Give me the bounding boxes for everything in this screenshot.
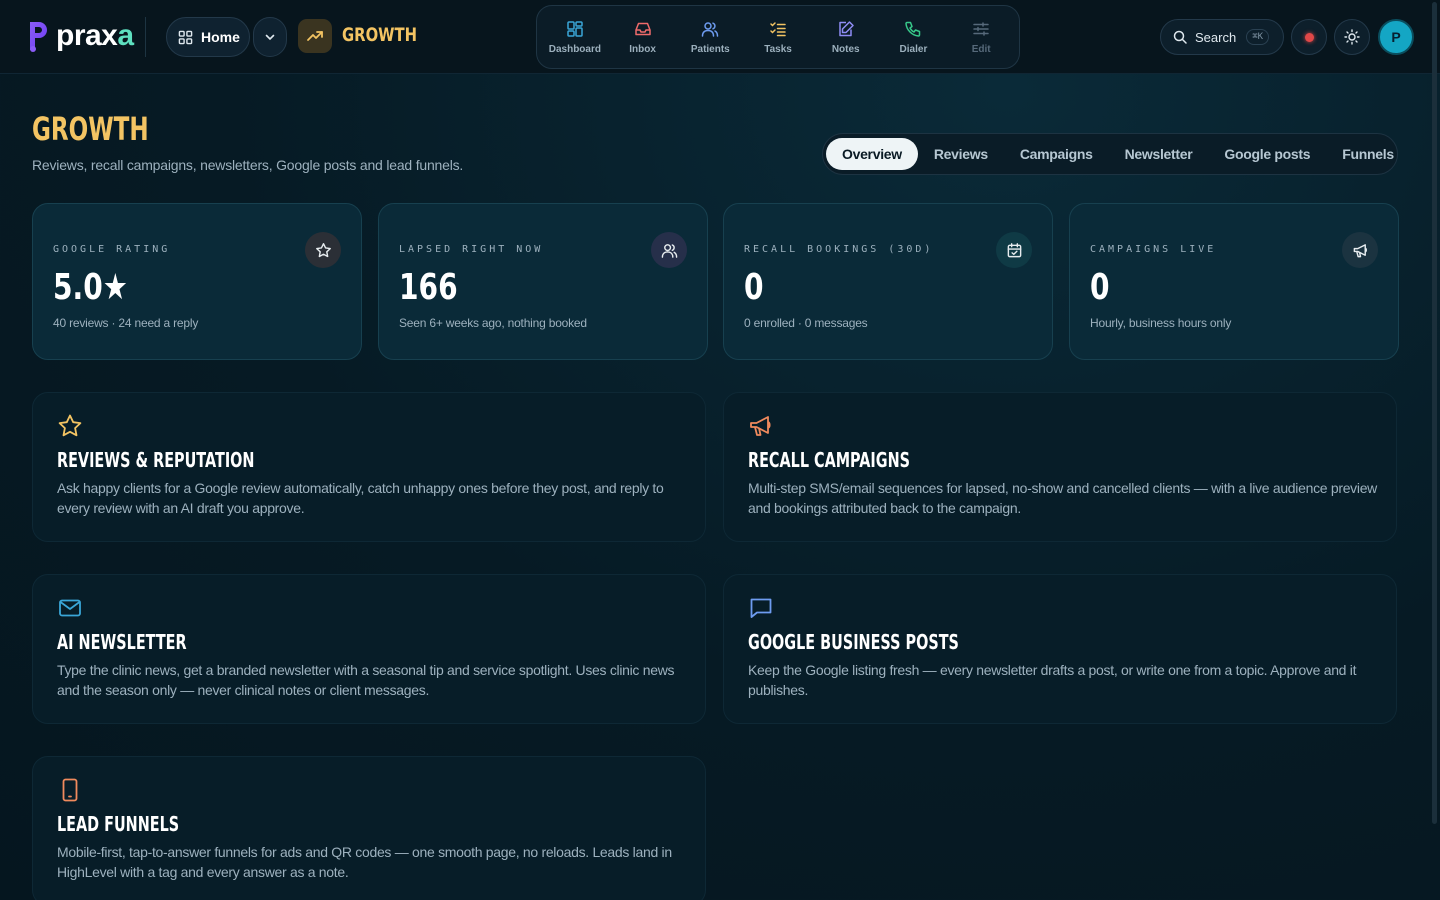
feature-title: AI NEWSLETTER	[57, 630, 187, 654]
page-subtitle: Reviews, recall campaigns, newsletters, …	[32, 157, 464, 173]
stat-label: CAMPAIGNS LIVE	[1090, 244, 1217, 255]
stat-icon-badge	[1342, 232, 1378, 268]
scrollbar[interactable]	[1432, 2, 1437, 824]
home-button[interactable]: Home	[166, 17, 250, 57]
home-label: Home	[201, 29, 240, 45]
search-shortcut: ⌘K	[1246, 29, 1270, 45]
nav-label: Dialer	[899, 43, 928, 55]
stat-sub: Hourly, business hours only	[1090, 316, 1232, 330]
stat-sub: 40 reviews · 24 need a reply	[53, 316, 199, 330]
megaphone-icon	[750, 416, 771, 436]
nav-label: Patients	[690, 43, 730, 55]
grid-icon	[178, 30, 193, 44]
stat-value: 166	[399, 267, 458, 308]
praxa-logo[interactable]: praxa	[27, 18, 134, 54]
nav-label: Edit	[971, 43, 991, 55]
tab-overview[interactable]: Overview	[826, 138, 918, 170]
feature-title: REVIEWS & REPUTATION	[57, 448, 255, 472]
divider	[145, 17, 146, 57]
nav-label: Notes	[831, 43, 860, 55]
stat-card-google-rating: GOOGLE RATING 5.0★ 40 reviews · 24 need …	[32, 203, 362, 360]
main-nav: Dashboard Inbox Patients Tasks Notes Dia…	[536, 5, 1020, 69]
nav-label: Dashboard	[548, 43, 601, 55]
logo-mark-icon	[30, 22, 47, 52]
message-square-icon	[750, 598, 772, 618]
nav-notes[interactable]: Notes	[812, 6, 880, 68]
nav-label: Inbox	[629, 43, 656, 55]
section-tabs: Overview Reviews Campaigns Newsletter Go…	[822, 133, 1398, 175]
section-label: GROWTH	[342, 24, 418, 46]
stat-sub: Seen 6+ weeks ago, nothing booked	[399, 316, 587, 330]
stat-label: LAPSED RIGHT NOW	[399, 244, 544, 255]
stat-icon-badge	[651, 232, 687, 268]
tab-reviews[interactable]: Reviews	[918, 138, 1004, 170]
patients-icon	[702, 21, 719, 37]
nav-patients[interactable]: Patients	[676, 6, 744, 68]
stat-label: RECALL BOOKINGS (30D)	[744, 244, 934, 255]
stat-label: GOOGLE RATING	[53, 244, 171, 255]
feature-description: Ask happy clients for a Google review au…	[57, 480, 664, 516]
stat-card-recall-bookings: RECALL BOOKINGS (30D) 0 0 enrolled · 0 m…	[723, 203, 1053, 360]
megaphone-icon	[1353, 243, 1367, 257]
nav-tasks[interactable]: Tasks	[744, 6, 812, 68]
trending-up-icon	[307, 31, 323, 41]
tab-newsletter[interactable]: Newsletter	[1109, 138, 1209, 170]
page-title: GROWTH	[32, 110, 149, 148]
star-icon	[58, 414, 82, 437]
search-label: Search	[1195, 29, 1237, 45]
growth-section-badge	[298, 19, 332, 53]
record-dot-icon	[1304, 32, 1314, 42]
home-dropdown-button[interactable]	[253, 17, 287, 57]
tab-google-posts[interactable]: Google posts	[1208, 138, 1326, 170]
top-bar: praxa Home GROWTH Dashboard Inbox Patien…	[0, 0, 1440, 74]
star-icon	[315, 242, 331, 257]
stat-value: 0	[744, 267, 764, 308]
stat-card-lapsed: LAPSED RIGHT NOW 166 Seen 6+ weeks ago, …	[378, 203, 708, 360]
feature-title: RECALL CAMPAIGNS	[748, 448, 911, 472]
calendar-check-icon	[1007, 242, 1021, 257]
feature-card-google-posts[interactable]: GOOGLE BUSINESS POSTS Keep the Google li…	[723, 574, 1397, 724]
user-avatar[interactable]: P	[1378, 19, 1414, 55]
nav-dashboard[interactable]: Dashboard	[541, 6, 609, 68]
feature-title: GOOGLE BUSINESS POSTS	[748, 630, 959, 654]
search-button[interactable]: Search ⌘K	[1160, 19, 1284, 55]
nav-label: Tasks	[764, 43, 792, 55]
stat-icon-badge	[305, 232, 341, 268]
nav-dialer[interactable]: Dialer	[880, 6, 948, 68]
stat-card-campaigns-live: CAMPAIGNS LIVE 0 Hourly, business hours …	[1069, 203, 1399, 360]
mail-icon	[59, 599, 81, 617]
sliders-icon	[973, 21, 989, 36]
stat-icon-badge	[996, 232, 1032, 268]
theme-toggle-button[interactable]	[1334, 19, 1370, 55]
feature-description: Mobile-first, tap-to-answer funnels for …	[57, 844, 672, 880]
phone-device-icon	[62, 778, 78, 802]
users-icon	[661, 243, 677, 258]
stat-sub: 0 enrolled · 0 messages	[744, 316, 868, 330]
notes-icon	[838, 20, 854, 36]
feature-card-recall[interactable]: RECALL CAMPAIGNS Multi-step SMS/email se…	[723, 392, 1397, 542]
feature-description: Type the clinic news, get a branded news…	[57, 662, 675, 698]
dashboard-icon	[567, 20, 583, 37]
tab-funnels[interactable]: Funnels	[1326, 138, 1410, 170]
feature-card-reviews[interactable]: REVIEWS & REPUTATION Ask happy clients f…	[32, 392, 706, 542]
feature-card-lead-funnels[interactable]: LEAD FUNNELS Mobile-first, tap-to-answer…	[32, 756, 706, 900]
inbox-icon	[634, 22, 651, 35]
feature-title: LEAD FUNNELS	[57, 812, 180, 836]
logo-text: praxa	[56, 19, 134, 52]
tab-campaigns[interactable]: Campaigns	[1004, 138, 1109, 170]
feature-card-newsletter[interactable]: AI NEWSLETTER Type the clinic news, get …	[32, 574, 706, 724]
tasks-icon	[770, 21, 786, 36]
stat-value: 0	[1090, 267, 1110, 308]
stat-value: 5.0★	[53, 267, 128, 308]
search-icon	[1173, 30, 1187, 44]
sun-icon	[1344, 29, 1360, 45]
chevron-down-icon	[265, 34, 275, 41]
nav-edit[interactable]: Edit	[947, 6, 1015, 68]
record-button[interactable]	[1291, 19, 1327, 55]
phone-icon	[905, 21, 921, 37]
nav-inbox[interactable]: Inbox	[609, 6, 677, 68]
feature-description: Multi-step SMS/email sequences for lapse…	[748, 480, 1377, 516]
feature-description: Keep the Google listing fresh — every ne…	[748, 662, 1357, 698]
